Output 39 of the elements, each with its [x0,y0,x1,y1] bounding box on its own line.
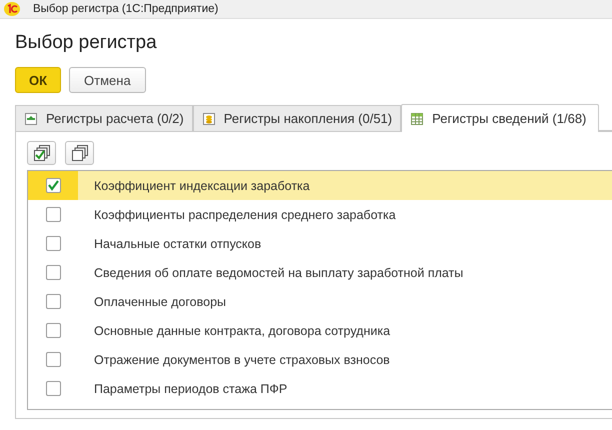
register-name: Параметры периодов стажа ПФР [94,382,288,396]
logo-icon [4,2,20,16]
cancel-button[interactable]: Отмена [69,67,146,93]
check-all-button[interactable] [27,141,56,165]
list-row[interactable]: Коэффициент индексации заработка [28,171,612,200]
register-name: Отражение документов в учете страховых взносов [94,352,390,366]
checkbox[interactable] [46,381,60,396]
register-name: Сведения об оплате ведомостей на выплату заработной платы [94,266,464,280]
checkbox[interactable] [46,294,60,309]
tab[interactable]: Регистры сведений (1/68) [401,104,600,132]
checkbox[interactable] [46,265,60,280]
register-icon [25,112,37,124]
checkbox[interactable] [46,236,60,251]
register-name: Основные данные контракта, договора сотрудника [94,324,390,338]
register-name: Коэффициент индексации заработка [94,178,310,192]
register-name: Оплаченные договоры [94,294,226,308]
checked-pages-icon [34,145,50,161]
list-row[interactable]: Коэффициенты распределения среднего заработка [28,200,612,229]
tab[interactable]: Регистры расчета (0/2) [15,105,193,131]
list-row[interactable]: Сведения об оплате ведомостей на выплату заработной платы [28,258,612,287]
uncheck-all-button[interactable] [65,141,94,165]
checkbox[interactable] [46,207,60,222]
ok-button[interactable]: ОК [15,67,62,93]
checkbox[interactable] [46,323,60,338]
coins-icon [202,112,215,124]
checkbox[interactable] [46,178,60,193]
list-row[interactable]: Отражение документов в учете страховых взносов [28,345,612,374]
list-row[interactable]: Основные данные контракта, договора сотрудника [28,316,612,345]
table-icon [411,112,424,124]
register-name: Начальные остатки отпусков [94,236,262,250]
register-name: Коэффициенты распределения среднего заработка [94,208,396,222]
form-heading: Выбор регистра [15,32,158,55]
pages-icon [72,145,88,161]
window-title: Выбор регистра (1С:Предприятие) [33,3,218,15]
list-row[interactable]: Параметры периодов стажа ПФР [28,374,612,403]
list-row[interactable]: Начальные остатки отпусков [28,229,612,258]
tab[interactable]: Регистры накопления (0/51) [192,105,402,131]
list-row[interactable]: Оплаченные договоры [28,287,612,316]
checkbox[interactable] [46,352,60,367]
